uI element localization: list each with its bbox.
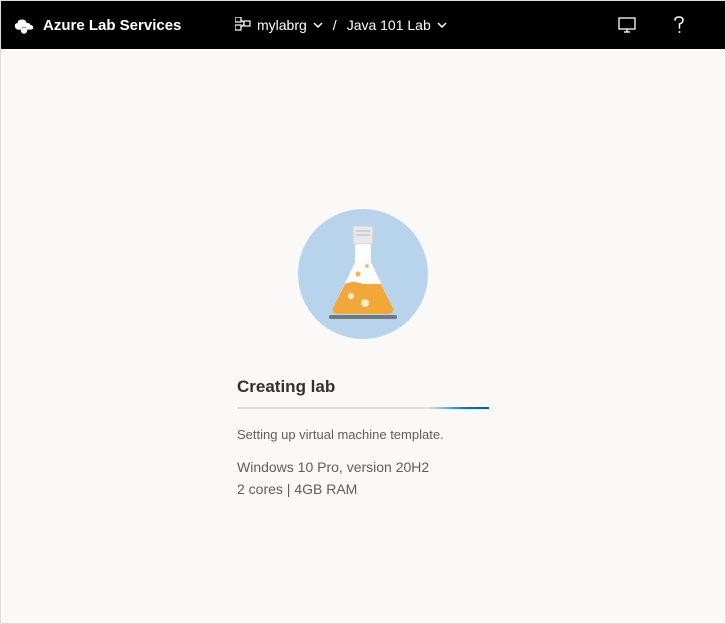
breadcrumb-separator: / (333, 17, 337, 33)
chevron-down-icon (437, 20, 447, 31)
main-content: Creating lab Setting up virtual machine … (1, 49, 725, 501)
status-block: Creating lab Setting up virtual machine … (237, 377, 489, 501)
resource-group-name: mylabrg (257, 17, 307, 33)
flask-icon (323, 224, 403, 324)
help-icon[interactable] (674, 16, 685, 34)
creating-title: Creating lab (237, 377, 489, 397)
progress-bar (237, 407, 489, 409)
resource-group-icon (235, 17, 251, 34)
breadcrumb: mylabrg / Java 101 Lab (235, 17, 447, 34)
lab-name: Java 101 Lab (347, 17, 431, 33)
lab-selector[interactable]: Java 101 Lab (347, 17, 447, 33)
chevron-down-icon (313, 20, 323, 31)
resource-group-selector[interactable]: mylabrg (235, 17, 323, 34)
app-title: Azure Lab Services (43, 17, 181, 34)
top-header: Azure Lab Services mylabrg / Java 101 La… (1, 1, 725, 49)
flask-illustration (298, 209, 428, 339)
progress-fill (429, 407, 489, 409)
header-brand[interactable]: Azure Lab Services (13, 14, 181, 36)
hw-spec: 2 cores | 4GB RAM (237, 478, 489, 500)
os-spec: Windows 10 Pro, version 20H2 (237, 456, 489, 478)
azure-labs-logo-icon (13, 14, 35, 36)
monitor-icon[interactable] (618, 17, 636, 33)
status-text: Setting up virtual machine template. (237, 427, 489, 442)
header-actions (618, 16, 713, 34)
